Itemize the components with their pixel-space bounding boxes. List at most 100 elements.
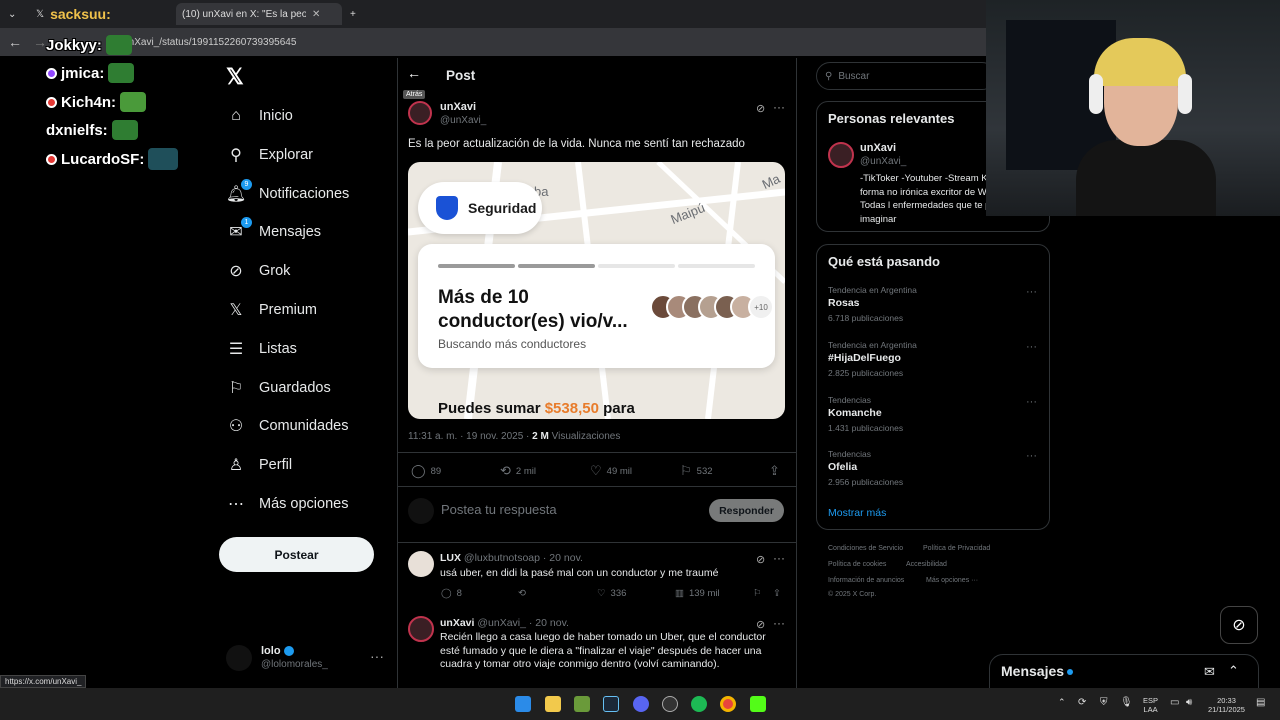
more-icon[interactable]: ··· bbox=[773, 551, 785, 565]
nav-item-grok[interactable]: ⊘ Grok bbox=[227, 258, 290, 284]
author-name[interactable]: unXavi bbox=[440, 101, 476, 113]
nav-item-notificaciones[interactable]: 🔔︎ 9 Notificaciones bbox=[226, 179, 349, 207]
tab-x-post[interactable]: (10) unXavi en X: "Es la peor ac ✕ bbox=[176, 3, 342, 25]
trend-name[interactable]: #HijaDelFuego bbox=[828, 352, 901, 364]
grok-icon[interactable]: ⊘ bbox=[756, 553, 765, 566]
bookmark-button[interactable]: ⚐ bbox=[753, 588, 762, 599]
footer-link[interactable]: Política de Privacidad bbox=[923, 545, 990, 552]
like-button[interactable]: ♡ 336 bbox=[597, 588, 626, 599]
more-icon[interactable]: ··· bbox=[370, 648, 384, 664]
windows-start-icon[interactable] bbox=[515, 696, 531, 712]
footer-link[interactable]: Accesibilidad bbox=[906, 561, 947, 568]
nav-item-perfil[interactable]: ♙ Perfil bbox=[227, 452, 292, 478]
avatar[interactable] bbox=[408, 551, 434, 577]
display-icon[interactable]: ▭ bbox=[1170, 698, 1179, 708]
reply-button[interactable]: ◯ 89 bbox=[411, 463, 441, 479]
grok-fab-icon[interactable]: ⊘ bbox=[1220, 606, 1258, 644]
unread-dot bbox=[1067, 669, 1074, 676]
language-indicator[interactable]: ESP LAA bbox=[1143, 696, 1158, 714]
grok-icon[interactable]: ⊘ bbox=[756, 102, 765, 115]
steam-icon[interactable] bbox=[603, 696, 619, 712]
more-icon[interactable]: ··· bbox=[1026, 450, 1037, 462]
chevron-down-icon: ⌄ bbox=[8, 8, 17, 20]
post-button[interactable]: Postear bbox=[219, 537, 374, 572]
close-tab-icon[interactable]: ✕ bbox=[312, 9, 320, 20]
expand-icon[interactable]: ⌃ bbox=[1228, 663, 1239, 679]
trend-name[interactable]: Rosas bbox=[828, 297, 860, 309]
x-logo-icon[interactable]: 𝕏 bbox=[226, 64, 244, 90]
chrome-icon[interactable] bbox=[720, 696, 736, 712]
reply-button[interactable]: ◯ 8 bbox=[441, 588, 462, 599]
nav-label: Más opciones bbox=[259, 496, 349, 512]
nav-item-explorar[interactable]: ⚲ Explorar bbox=[227, 142, 313, 168]
tab-label: (10) unXavi en X: "Es la peor ac bbox=[182, 8, 306, 20]
obs-icon[interactable] bbox=[662, 696, 678, 712]
browser-back-icon[interactable]: ← bbox=[8, 34, 22, 50]
more-icon[interactable]: ··· bbox=[773, 100, 785, 114]
repost-button[interactable]: ⟲ bbox=[518, 588, 526, 599]
back-arrow-icon[interactable]: ← bbox=[407, 65, 425, 83]
relevant-name[interactable]: unXavi bbox=[860, 142, 896, 154]
like-button[interactable]: ♡ 49 mil bbox=[590, 463, 632, 479]
sync-icon[interactable]: ⟳ bbox=[1078, 698, 1086, 708]
footer-link[interactable]: Política de cookies bbox=[828, 561, 886, 568]
nav-item-premium[interactable]: 𝕏 Premium bbox=[227, 297, 317, 323]
reply-header: unXavi @unXavi_ · 20 nov. bbox=[440, 617, 569, 629]
repost-button[interactable]: ⟲ 2 mil bbox=[500, 463, 536, 479]
footer-link[interactable]: Más opciones ··· bbox=[926, 577, 978, 584]
new-message-icon[interactable]: ✉ bbox=[1204, 664, 1215, 680]
tab-twitch[interactable]: 𝕏 sacksuu: bbox=[30, 3, 170, 25]
reply-input[interactable]: Postea tu respuesta bbox=[441, 502, 557, 517]
reply-submit-button[interactable]: Responder bbox=[709, 499, 784, 522]
spotify-icon[interactable] bbox=[691, 696, 707, 712]
post-image[interactable]: ba Maipú Ma Seguridad Más de 10 conducto… bbox=[408, 162, 785, 419]
volume-icon[interactable]: 🔊︎ bbox=[1186, 698, 1192, 708]
nav-item-mensajes[interactable]: ✉ 1 Mensajes bbox=[227, 217, 321, 245]
mail-icon: ✉ 1 bbox=[227, 217, 252, 241]
nav-item-listas[interactable]: ☰ Listas bbox=[227, 336, 297, 362]
reply-author[interactable]: unXavi bbox=[440, 617, 474, 629]
folder-icon[interactable] bbox=[545, 696, 561, 712]
views-button[interactable]: ▥ 139 mil bbox=[675, 588, 720, 599]
author-handle[interactable]: @unXavi_ bbox=[440, 115, 486, 126]
discord-icon[interactable] bbox=[633, 696, 649, 712]
account-switcher[interactable]: lolo @lolomorales_ ··· bbox=[226, 643, 386, 673]
more-icon[interactable]: ··· bbox=[773, 616, 785, 630]
nav-item-inicio[interactable]: ⌂ Inicio bbox=[227, 103, 293, 129]
mic-icon[interactable]: 🎙︎ bbox=[1120, 698, 1133, 708]
share-button[interactable]: ⇪ bbox=[773, 588, 781, 599]
shield-tray-icon[interactable]: ⛨ bbox=[1100, 698, 1108, 708]
messages-drawer[interactable]: Mensajes ✉ ⌃ bbox=[989, 654, 1259, 690]
app-icon[interactable] bbox=[574, 696, 590, 712]
section-title: Qué está pasando bbox=[828, 254, 940, 269]
clock[interactable]: 20:33 21/11/2025 bbox=[1208, 696, 1245, 714]
footer-link[interactable]: Condiciones de Servicio bbox=[828, 545, 903, 552]
nav-item-mas-opciones[interactable]: ⋯ Más opciones bbox=[227, 491, 348, 517]
nav-item-guardados[interactable]: ⚐ Guardados bbox=[227, 375, 331, 401]
more-icon[interactable]: ··· bbox=[1026, 286, 1037, 298]
nav-item-comunidades[interactable]: ⚇ Comunidades bbox=[227, 413, 349, 439]
grok-icon[interactable]: ⊘ bbox=[756, 618, 765, 631]
trend-name[interactable]: Ofelia bbox=[828, 461, 857, 473]
share-button[interactable]: ⇪ bbox=[769, 463, 780, 479]
search-input[interactable]: ⚲ Buscar bbox=[816, 62, 996, 90]
avatar[interactable] bbox=[828, 142, 854, 168]
security-pill: Seguridad bbox=[418, 182, 542, 234]
trend-name[interactable]: Komanche bbox=[828, 407, 882, 419]
bookmark-button[interactable]: ⚐ 532 bbox=[680, 463, 713, 479]
new-tab-button[interactable]: + bbox=[344, 3, 362, 25]
reply-author[interactable]: LUX bbox=[440, 552, 461, 564]
more-icon[interactable]: ··· bbox=[1026, 396, 1037, 408]
url-field[interactable]: m/unXavi_/status/1991152260739395645 bbox=[112, 37, 296, 48]
more-icon[interactable]: ··· bbox=[1026, 341, 1037, 353]
divider bbox=[398, 542, 796, 543]
browser-forward-icon[interactable]: → bbox=[33, 34, 47, 50]
kick-icon[interactable] bbox=[750, 696, 766, 712]
avatar[interactable] bbox=[408, 101, 432, 125]
tab-overflow-button[interactable]: ⌄ bbox=[2, 3, 22, 25]
avatar[interactable] bbox=[408, 616, 434, 642]
show-more-link[interactable]: Mostrar más bbox=[828, 507, 886, 519]
notification-center-icon[interactable]: ▤ bbox=[1256, 698, 1265, 708]
tray-chevron-icon[interactable]: ⌃ bbox=[1058, 698, 1066, 707]
footer-link[interactable]: Información de anuncios bbox=[828, 577, 904, 584]
